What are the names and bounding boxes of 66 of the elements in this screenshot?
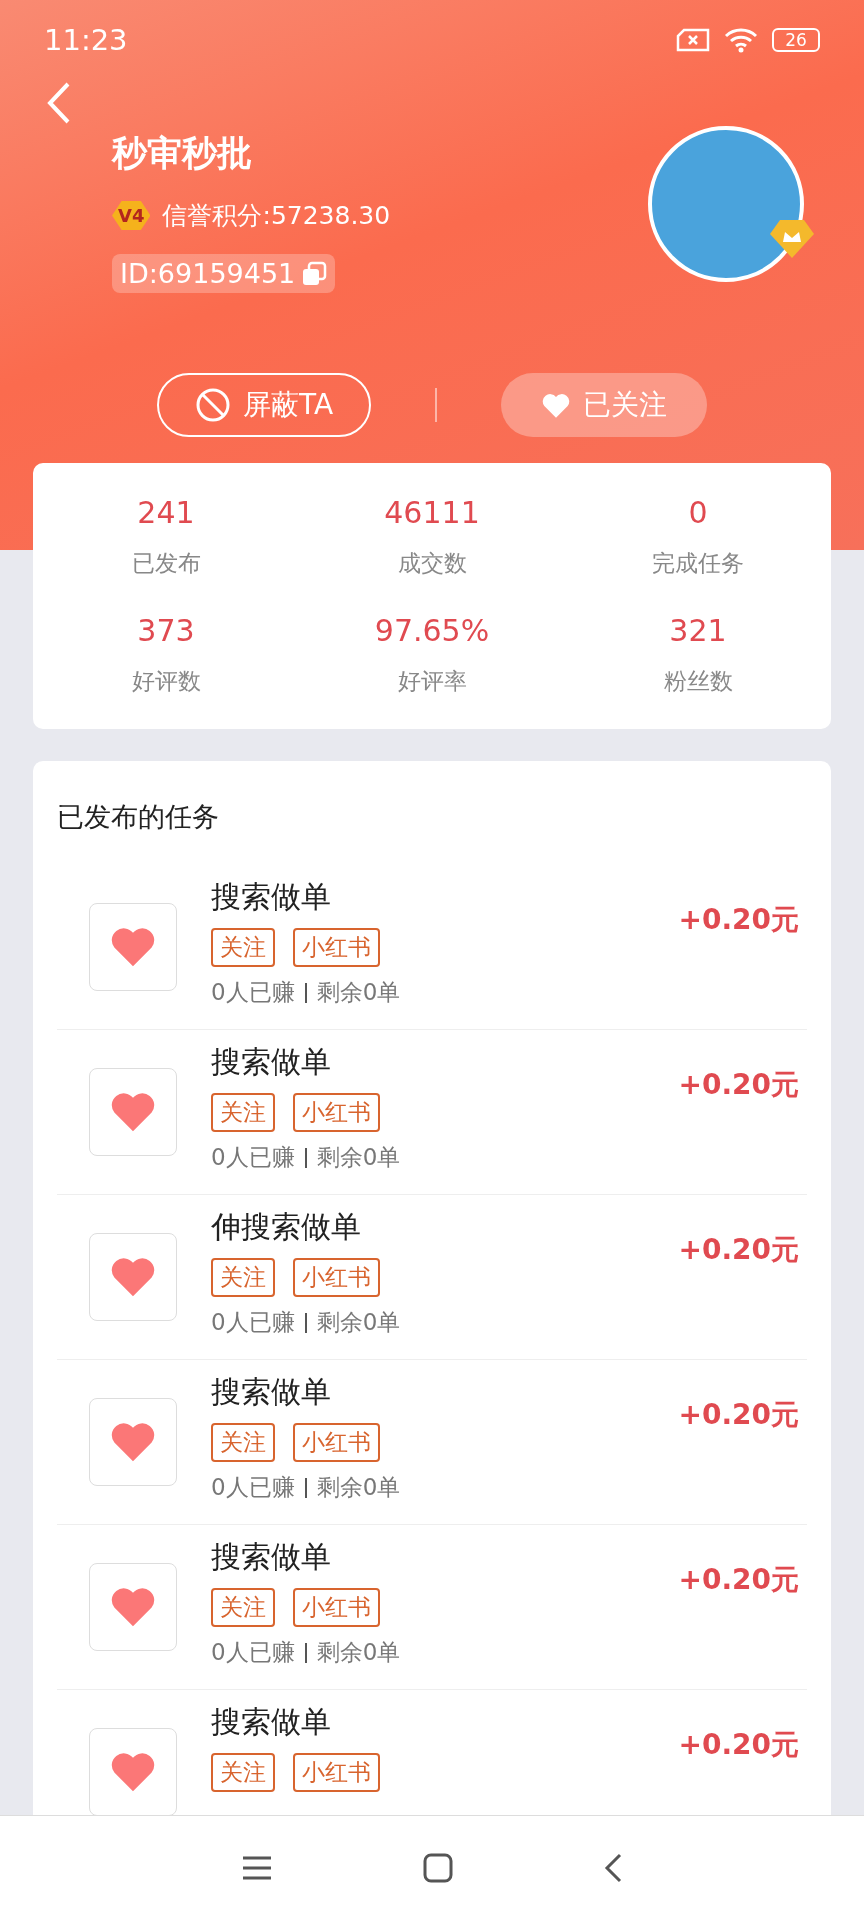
task-title[interactable]: 搜索做单: [211, 1702, 679, 1743]
earned-count: 0人已赚: [211, 978, 295, 1007]
heart-icon: [109, 1420, 157, 1464]
credit-score: 信誉积分:57238.30: [162, 200, 391, 232]
level-badge: V4: [112, 201, 151, 230]
earned-count: 0人已赚: [211, 1473, 295, 1502]
home-square-icon[interactable]: [423, 1853, 453, 1883]
task-price: +0.20元: [678, 902, 799, 938]
task-price: +0.20元: [678, 1397, 799, 1433]
stat-label: 粉丝数: [663, 667, 733, 696]
section-title: 已发布的任务: [57, 800, 220, 834]
task-tag: 小红书: [293, 1258, 380, 1297]
stat-label: 已发布: [131, 549, 201, 578]
user-name: 秒审秒批: [112, 132, 253, 175]
stat-value: 373: [137, 613, 195, 648]
task-title[interactable]: 搜索做单: [211, 1372, 679, 1413]
earned-count: 0人已赚: [211, 1308, 295, 1337]
task-tag: 小红书: [293, 1093, 380, 1132]
task-tag: 小红书: [293, 1423, 380, 1462]
remaining-count: 剩余0单: [316, 1143, 401, 1172]
task-title[interactable]: 搜索做单: [211, 1537, 679, 1578]
back-icon[interactable]: [603, 1853, 623, 1883]
stat-label: 成交数: [397, 549, 467, 578]
task-tag: 小红书: [293, 1753, 380, 1792]
task-price: +0.20元: [678, 1727, 799, 1763]
task-title[interactable]: 伸搜索做单: [211, 1207, 679, 1248]
stat-value: 241: [137, 495, 195, 530]
task-tag: 关注: [211, 1093, 275, 1132]
stat-value: 97.65%: [374, 613, 490, 648]
task-tag: 小红书: [293, 1588, 380, 1627]
heart-icon: [109, 1750, 157, 1794]
stat-value: 46111: [384, 495, 480, 530]
stat-label: 好评率: [397, 667, 467, 696]
task-tag: 关注: [211, 1423, 275, 1462]
task-tag: 关注: [211, 1258, 275, 1297]
remaining-count: 剩余0单: [316, 1638, 401, 1667]
task-tag: 关注: [211, 1588, 275, 1627]
stat-value: 321: [669, 613, 727, 648]
block-icon: [194, 387, 231, 423]
task-title[interactable]: 搜索做单: [211, 1042, 679, 1083]
stat-label: 完成任务: [652, 549, 744, 578]
task-price: +0.20元: [678, 1232, 799, 1268]
heart-icon: [109, 1090, 157, 1134]
earned-count: 0人已赚: [211, 1143, 295, 1172]
wifi-icon: [724, 27, 758, 53]
remaining-count: 剩余0单: [316, 978, 401, 1007]
heart-icon: [109, 1255, 157, 1299]
stat-label: 好评数: [131, 667, 201, 696]
task-tag: 小红书: [293, 928, 380, 967]
menu-icon[interactable]: [241, 1855, 273, 1881]
user-id: ID:69159451: [112, 254, 336, 293]
earned-count: 0人已赚: [211, 1638, 295, 1667]
task-tag: 关注: [211, 928, 275, 967]
sim-off-icon: [676, 28, 710, 52]
task-tag: 关注: [211, 1753, 275, 1792]
task-price: +0.20元: [678, 1067, 799, 1103]
stat-value: 0: [688, 495, 708, 530]
heart-icon: [109, 1585, 157, 1629]
status-time: 11:23: [44, 23, 128, 57]
task-title[interactable]: 搜索做单: [211, 877, 679, 918]
remaining-count: 剩余0单: [316, 1308, 401, 1337]
heart-icon: [541, 391, 571, 419]
task-price: +0.20元: [678, 1562, 799, 1598]
heart-icon: [109, 925, 157, 969]
battery-icon: 26: [772, 28, 820, 52]
remaining-count: 剩余0单: [316, 1473, 401, 1502]
